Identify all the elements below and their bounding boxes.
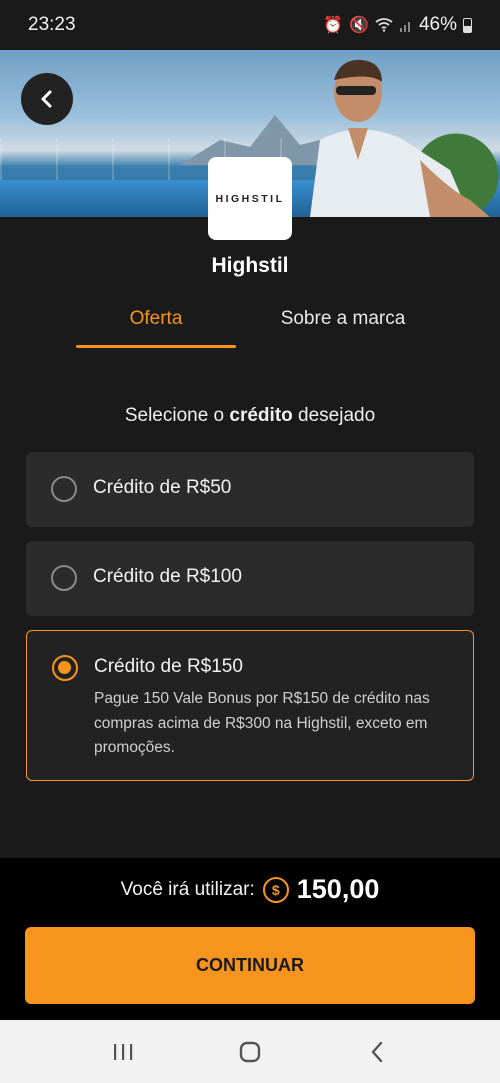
mute-icon: 🔇 — [349, 17, 369, 34]
alarm-icon: ⏰ — [323, 17, 344, 34]
back-nav-button[interactable] — [357, 1032, 397, 1072]
credit-option-50[interactable]: Crédito de R$50 — [26, 452, 474, 527]
active-tab-indicator — [76, 345, 236, 348]
usage-label: Você irá utilizar: — [120, 878, 255, 900]
back-arrow-icon — [371, 1041, 382, 1062]
usage-summary: Você irá utilizar: $ 150,00 — [0, 874, 500, 905]
tab-oferta[interactable]: Oferta — [76, 308, 236, 330]
checkout-panel: Você irá utilizar: $ 150,00 CONTINUAR — [0, 858, 500, 1020]
coin-icon: $ — [262, 876, 289, 903]
status-time: 23:23 — [28, 14, 76, 35]
model-person — [310, 59, 490, 217]
signal-icon — [399, 22, 410, 32]
back-button[interactable] — [21, 73, 73, 125]
tab-sobre-a-marca[interactable]: Sobre a marca — [260, 308, 426, 330]
radio-selected-icon[interactable] — [52, 655, 78, 681]
status-icons: ⏰ 🔇 46% — [323, 14, 472, 36]
brand-logo-text: HIGHSTIL — [215, 192, 285, 205]
radio-unselected-icon[interactable] — [51, 565, 77, 591]
credit-option-label: Crédito de R$100 — [93, 566, 242, 587]
credit-option-150[interactable]: Crédito de R$150 Pague 150 Vale Bonus po… — [26, 630, 474, 781]
continue-button[interactable]: CONTINUAR — [25, 927, 475, 1004]
chevron-left-icon — [41, 90, 52, 108]
brand-title: Highstil — [211, 254, 289, 277]
credit-option-description: Pague 150 Vale Bonus por R$150 de crédit… — [94, 690, 430, 756]
status-bar: 23:23 ⏰ 🔇 46% — [0, 0, 500, 50]
home-icon — [239, 1041, 261, 1062]
tab-bar: Oferta Sobre a marca — [0, 300, 500, 350]
battery-level: 46% — [418, 14, 457, 35]
home-button[interactable] — [230, 1032, 270, 1072]
radio-unselected-icon[interactable] — [51, 476, 77, 502]
recent-apps-icon — [114, 1043, 133, 1060]
credit-option-100[interactable]: Crédito de R$100 — [26, 541, 474, 616]
credit-option-label: Crédito de R$50 — [93, 477, 232, 498]
system-navigation-bar — [0, 1020, 500, 1083]
credit-option-label: Crédito de R$150 — [94, 656, 243, 677]
select-credit-prompt: Selecione o crédito desejado — [124, 405, 376, 426]
wifi-icon — [375, 18, 393, 32]
brand-logo: HIGHSTIL — [208, 157, 292, 240]
usage-value: 150,00 — [296, 874, 380, 904]
battery-icon — [463, 17, 472, 33]
recent-apps-button[interactable] — [103, 1032, 143, 1072]
